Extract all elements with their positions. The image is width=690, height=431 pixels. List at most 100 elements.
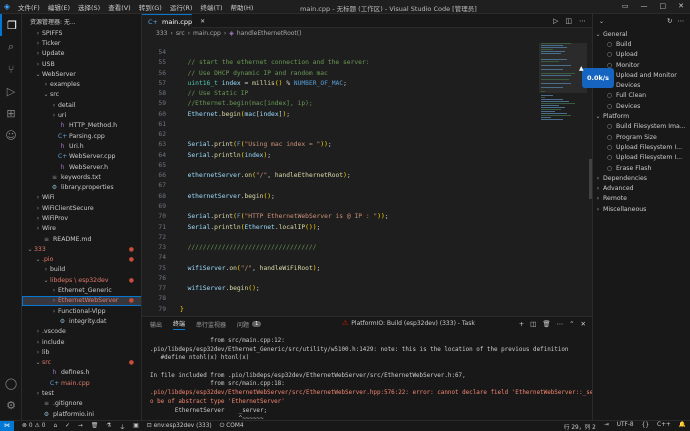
tree-file[interactable]: C+ WebServer.cpp xyxy=(22,152,141,162)
language-mode[interactable]: C++ xyxy=(657,422,671,431)
maximize-icon[interactable]: □ xyxy=(660,2,667,10)
cursor-position[interactable]: 行 29，列 2 xyxy=(564,422,596,431)
breadcrumb-item-symbol[interactable]: handleEthernetRoot() xyxy=(237,30,302,37)
tree-folder[interactable]: ⌄ libdeps \ esp32dev ● xyxy=(22,275,141,285)
task-item[interactable]: ○ Full Clean xyxy=(593,91,690,101)
tree-folder[interactable]: ⌄ WebServer xyxy=(22,69,141,79)
tree-folder[interactable]: › SPIFFS xyxy=(22,28,141,38)
tree-file[interactable]: ≡ keywords.txt xyxy=(22,172,141,182)
layout-icon[interactable]: ▭ xyxy=(622,2,629,10)
terminal-selector[interactable]: ⚠ PlatformIO: Build (esp32dev) (333) - T… xyxy=(342,319,475,327)
tree-folder[interactable]: › Functional-Vlpp xyxy=(22,306,141,316)
serial-monitor-icon[interactable]: ⏚ xyxy=(119,422,125,431)
account-icon[interactable]: ◯ xyxy=(0,372,22,394)
menu-item[interactable]: 文件(F) xyxy=(18,2,40,12)
tab-main-cpp[interactable]: C+ main.cpp ✕ xyxy=(142,14,205,28)
tree-file[interactable]: h HTTP_Method.h xyxy=(22,121,141,131)
close-panel-icon[interactable]: ✕ xyxy=(581,320,586,328)
tree-folder[interactable]: › WiFiClientSecure xyxy=(22,203,141,213)
split-terminal-icon[interactable]: ◫ xyxy=(530,320,536,328)
search-icon[interactable]: ⌕ xyxy=(0,36,22,58)
tree-folder[interactable]: › WiFi xyxy=(22,193,141,203)
task-item[interactable]: ○ Upload Filesystem I... xyxy=(593,153,690,163)
panel-tab[interactable]: 终端 xyxy=(173,319,186,330)
run-debug-icon[interactable]: ▷ xyxy=(0,80,22,102)
tree-folder[interactable]: › Ethernet_Generic xyxy=(22,285,141,295)
problems-status[interactable]: ⊗ 0 ⚠ 0 xyxy=(22,423,45,429)
minimize-icon[interactable]: — xyxy=(641,2,648,10)
task-item[interactable]: ○Devices xyxy=(593,101,690,111)
task-group[interactable]: › Advanced xyxy=(593,183,690,193)
menu-item[interactable]: 运行(R) xyxy=(170,2,193,12)
tree-file[interactable]: h WebServer.h xyxy=(22,162,141,172)
tree-file[interactable]: ⚙ library.properties xyxy=(22,182,141,192)
tree-file[interactable]: ≡ .gitignore xyxy=(22,399,141,409)
tree-folder[interactable]: › examples xyxy=(22,79,141,89)
new-terminal-icon[interactable]: + xyxy=(519,320,524,328)
tree-folder[interactable]: ⌄ .pio ● xyxy=(22,255,141,265)
clean-icon[interactable]: 🗑 xyxy=(91,423,98,429)
panel-tab[interactable]: 串行监视器 xyxy=(196,320,226,329)
encoding[interactable]: UTF-8 xyxy=(617,422,634,431)
explorer-icon[interactable]: ❐ xyxy=(0,14,22,36)
tree-folder[interactable]: › .vscode xyxy=(22,327,141,337)
tree-folder[interactable]: › Ticker xyxy=(22,38,141,48)
remote-icon[interactable]: ⋈ xyxy=(0,420,14,431)
tree-folder[interactable]: › Wire xyxy=(22,224,141,234)
tree-folder[interactable]: ⌄ src ● xyxy=(22,358,141,368)
build-icon[interactable]: ✓ xyxy=(65,423,70,429)
more-actions-icon[interactable]: ⋯ xyxy=(579,17,586,25)
tree-file[interactable]: C+ main.cpp xyxy=(22,378,141,388)
menu-item[interactable]: 编辑(E) xyxy=(48,2,70,12)
task-group[interactable]: ⌄ General xyxy=(593,29,690,39)
task-item[interactable]: ○ Upload xyxy=(593,50,690,60)
tree-folder[interactable]: › WiFiProv xyxy=(22,213,141,223)
task-group[interactable]: › Dependencies xyxy=(593,173,690,183)
task-group[interactable]: › Miscellaneous xyxy=(593,204,690,214)
maximize-panel-icon[interactable]: ⌃ xyxy=(569,320,574,328)
more-actions-icon[interactable]: ⋯ xyxy=(678,17,685,25)
language-braces-icon[interactable]: {} xyxy=(642,422,649,431)
breadcrumb-item-file[interactable]: main.cpp xyxy=(193,30,221,37)
tree-folder[interactable]: › include xyxy=(22,337,141,347)
menu-item[interactable]: 转到(G) xyxy=(139,2,162,12)
manage-gear-icon[interactable]: ⚙ xyxy=(0,394,22,416)
task-group[interactable]: › Remote xyxy=(593,194,690,204)
run-icon[interactable]: ▷ xyxy=(553,17,558,25)
tree-file[interactable]: h defines.h xyxy=(22,368,141,378)
tree-folder[interactable]: › EthernetWebServer ● xyxy=(22,295,141,307)
tree-folder[interactable]: › test xyxy=(22,388,141,398)
split-editor-icon[interactable]: ◫ xyxy=(565,17,572,25)
code-editor[interactable]: 54 55 56 57 58 59 60 61 62 63 64 65 66 67 68 69 70 71 72 73… xyxy=(142,39,592,316)
terminal-output[interactable]: from src/main.cpp:12: .pio/libdeps/esp32d… xyxy=(150,337,618,424)
tree-folder[interactable]: ⌄ src xyxy=(22,90,141,100)
task-item[interactable]: ○ Build Filesystem Ima... xyxy=(593,122,690,132)
menu-item[interactable]: 查看(V) xyxy=(108,2,131,12)
tree-file[interactable]: C+ Parsing.cpp xyxy=(22,131,141,141)
upload-icon[interactable]: → xyxy=(78,423,83,429)
breadcrumb-item-project[interactable]: 333 xyxy=(156,30,167,37)
test-icon[interactable]: ⚗ xyxy=(106,423,111,429)
task-group[interactable]: ⌄ Platform xyxy=(593,111,690,121)
code-content[interactable]: // start the ethernet connection and the… xyxy=(180,48,540,316)
source-control-icon[interactable]: ⑂ xyxy=(0,58,22,80)
panel-tab[interactable]: 问题 xyxy=(237,320,249,329)
task-item[interactable]: ○ Upload Filesystem I... xyxy=(593,142,690,152)
port-selector[interactable]: ⏻ COM4 xyxy=(220,423,244,430)
tree-file[interactable]: ⚙ platformio.ini xyxy=(22,409,141,419)
task-item[interactable]: ○ Build xyxy=(593,39,690,49)
platformio-icon[interactable]: ☺ xyxy=(0,124,22,146)
task-item[interactable]: ○ Erase Flash xyxy=(593,163,690,173)
notifications-icon[interactable]: 🔔 xyxy=(679,422,686,431)
tree-folder[interactable]: › Update xyxy=(22,49,141,59)
menu-item[interactable]: 选择(S) xyxy=(78,2,100,12)
terminal-icon[interactable]: ▣ xyxy=(133,423,138,429)
tree-folder[interactable]: › lib xyxy=(22,347,141,357)
close-icon[interactable]: ✕ xyxy=(678,2,684,10)
refresh-icon[interactable]: ↻ xyxy=(667,17,672,25)
task-item[interactable]: ○ Program Size xyxy=(593,132,690,142)
platformio-home-icon[interactable]: ⌂ xyxy=(53,423,57,429)
tree-folder[interactable]: › USB xyxy=(22,59,141,69)
tree-file[interactable]: h Uri.h xyxy=(22,141,141,151)
tree-folder[interactable]: › uri xyxy=(22,110,141,120)
